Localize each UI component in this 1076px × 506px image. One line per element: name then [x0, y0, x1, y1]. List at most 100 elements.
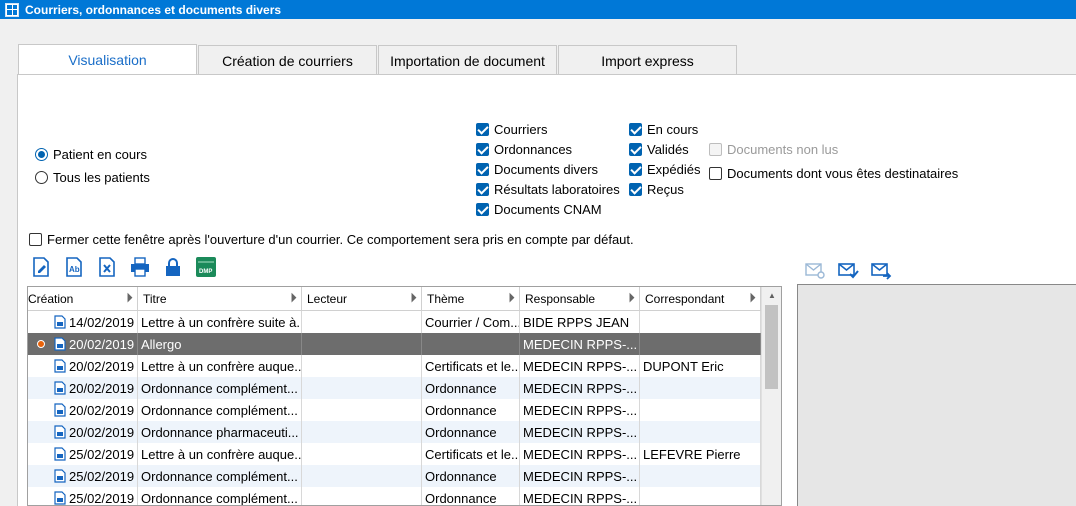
table-row[interactable]: 20/02/2019 Ordonnance complément... Ordonn… — [28, 377, 781, 399]
cell-lecteur — [302, 443, 422, 465]
radio-patient-en-cours[interactable]: Patient en cours — [35, 147, 147, 162]
column-header-theme[interactable]: Thème ◢ — [422, 287, 520, 311]
document-icon — [54, 491, 66, 505]
checkbox-label: En cours — [647, 122, 699, 137]
cell-creation: 25/02/2019 — [28, 443, 138, 465]
table-row[interactable]: 20/02/2019 Ordonnance complément... Ordonn… — [28, 399, 781, 421]
checkbox-resultats-laboratoires[interactable]: Résultats laboratoires — [476, 182, 620, 197]
cell-lecteur — [302, 377, 422, 399]
column-header-creation[interactable]: Création ◢ — [28, 287, 138, 311]
checkbox-label: Courriers — [494, 122, 548, 137]
edit-document-icon[interactable] — [30, 256, 52, 278]
delete-document-icon[interactable] — [96, 256, 118, 278]
table-row[interactable]: 25/02/2019 Lettre à un confrère auque... C… — [28, 443, 781, 465]
radio-button[interactable] — [35, 148, 48, 161]
table-row[interactable]: 25/02/2019 Ordonnance complément... Ordonn… — [28, 487, 781, 505]
dmp-label: DMP — [199, 269, 212, 275]
checkbox-expedies[interactable]: Expédiés — [629, 162, 700, 177]
checkbox-courriers[interactable]: Courriers — [476, 122, 547, 137]
mail-settings-icon[interactable] — [804, 259, 826, 281]
checkbox[interactable] — [709, 167, 722, 180]
column-header-label: Responsable — [525, 292, 596, 306]
creation-date: 25/02/2019 — [69, 468, 135, 484]
creation-date: 25/02/2019 — [69, 446, 135, 462]
column-header-label: Thème — [427, 292, 465, 306]
cell-responsable: BIDE RPPS JEAN — [520, 311, 640, 333]
table-row[interactable]: 20/02/2019 Allergo MEDECIN RPPS-... — [28, 333, 781, 355]
checkbox-documents-divers[interactable]: Documents divers — [476, 162, 598, 177]
cell-creation: 20/02/2019 — [28, 377, 138, 399]
radio-button[interactable] — [35, 171, 48, 184]
document-icon — [54, 381, 66, 395]
cell-titre: Ordonnance pharmaceuti... — [138, 421, 302, 443]
checkbox-en-cours[interactable]: En cours — [629, 122, 698, 137]
cell-lecteur — [302, 333, 422, 355]
table-row[interactable]: 20/02/2019 Lettre à un confrère auque... C… — [28, 355, 781, 377]
column-header-lecteur[interactable]: Lecteur ◢ — [302, 287, 422, 311]
checkbox-valides[interactable]: Validés — [629, 142, 689, 157]
column-header-responsable[interactable]: Responsable ◢ — [520, 287, 640, 311]
cell-lecteur — [302, 487, 422, 505]
cell-theme: Ordonnance — [422, 465, 520, 487]
checkbox[interactable] — [476, 143, 489, 156]
checkbox-fermer-fenetre[interactable]: Fermer cette fenêtre après l'ouverture d… — [29, 232, 634, 247]
scroll-up-icon[interactable]: ▲ — [762, 287, 781, 304]
checkbox[interactable] — [29, 233, 42, 246]
creation-date: 20/02/2019 — [69, 402, 135, 418]
lock-icon[interactable] — [162, 256, 184, 278]
cell-theme: Ordonnance — [422, 421, 520, 443]
mail-validate-icon[interactable] — [837, 259, 859, 281]
checkbox[interactable] — [629, 163, 642, 176]
tab-importation-document[interactable]: Importation de document — [378, 45, 557, 75]
table-row[interactable]: 20/02/2019 Ordonnance pharmaceuti... Ordon… — [28, 421, 781, 443]
checkbox-label: Documents divers — [494, 162, 599, 177]
creation-date: 14/02/2019 — [69, 314, 135, 330]
checkbox-documents-cnam[interactable]: Documents CNAM — [476, 202, 602, 217]
creation-date: 20/02/2019 — [69, 424, 135, 440]
column-header-correspondant[interactable]: Correspondant ◢ — [640, 287, 761, 311]
table-row[interactable]: 14/02/2019 Lettre à un confrère suite à..… — [28, 311, 781, 333]
checkbox-ordonnances[interactable]: Ordonnances — [476, 142, 572, 157]
radio-tous-les-patients[interactable]: Tous les patients — [35, 170, 150, 185]
app-icon — [5, 2, 19, 17]
tab-visualisation[interactable]: Visualisation — [18, 44, 197, 75]
cell-responsable: MEDECIN RPPS-... — [520, 421, 640, 443]
column-header-titre[interactable]: Titre ◢ — [138, 287, 302, 311]
rename-document-icon[interactable]: Ab — [63, 256, 85, 278]
print-icon[interactable] — [129, 256, 151, 278]
cell-correspondant: LEFEVRE Pierre — [640, 443, 761, 465]
checkbox[interactable] — [476, 163, 489, 176]
cell-creation: 20/02/2019 — [28, 421, 138, 443]
row-indicator — [28, 487, 53, 505]
checkbox[interactable] — [476, 123, 489, 136]
checkbox-recus[interactable]: Reçus — [629, 182, 684, 197]
cell-correspondant — [640, 311, 761, 333]
checkbox-documents-destinataires[interactable]: Documents dont vous êtes destinataires — [709, 166, 958, 181]
mail-send-icon[interactable] — [870, 259, 892, 281]
checkbox[interactable] — [476, 183, 489, 196]
checkbox[interactable] — [629, 123, 642, 136]
cell-responsable: MEDECIN RPPS-... — [520, 355, 640, 377]
checkbox[interactable] — [629, 143, 642, 156]
checkbox[interactable] — [629, 183, 642, 196]
cell-correspondant — [640, 333, 761, 355]
sort-icon: ◢ — [405, 291, 418, 304]
checkbox — [709, 143, 722, 156]
document-icon — [54, 469, 66, 483]
tab-creation-courriers[interactable]: Création de courriers — [198, 45, 377, 75]
vertical-scrollbar[interactable]: ▲ — [761, 287, 781, 505]
scroll-thumb[interactable] — [765, 305, 778, 389]
cell-theme: Certificats et le... — [422, 355, 520, 377]
cell-correspondant — [640, 421, 761, 443]
checkbox[interactable] — [476, 203, 489, 216]
cell-creation: 20/02/2019 — [28, 355, 138, 377]
cell-responsable: MEDECIN RPPS-... — [520, 377, 640, 399]
table-row[interactable]: 25/02/2019 Ordonnance complément... Ordonn… — [28, 465, 781, 487]
checkbox-label: Ordonnances — [494, 142, 573, 157]
cell-correspondant — [640, 377, 761, 399]
document-icon — [54, 315, 66, 329]
cell-creation: 25/02/2019 — [28, 465, 138, 487]
document-icon — [54, 425, 66, 439]
tab-import-express[interactable]: Import express — [558, 45, 737, 75]
dmp-icon[interactable]: DMP — [195, 256, 217, 278]
